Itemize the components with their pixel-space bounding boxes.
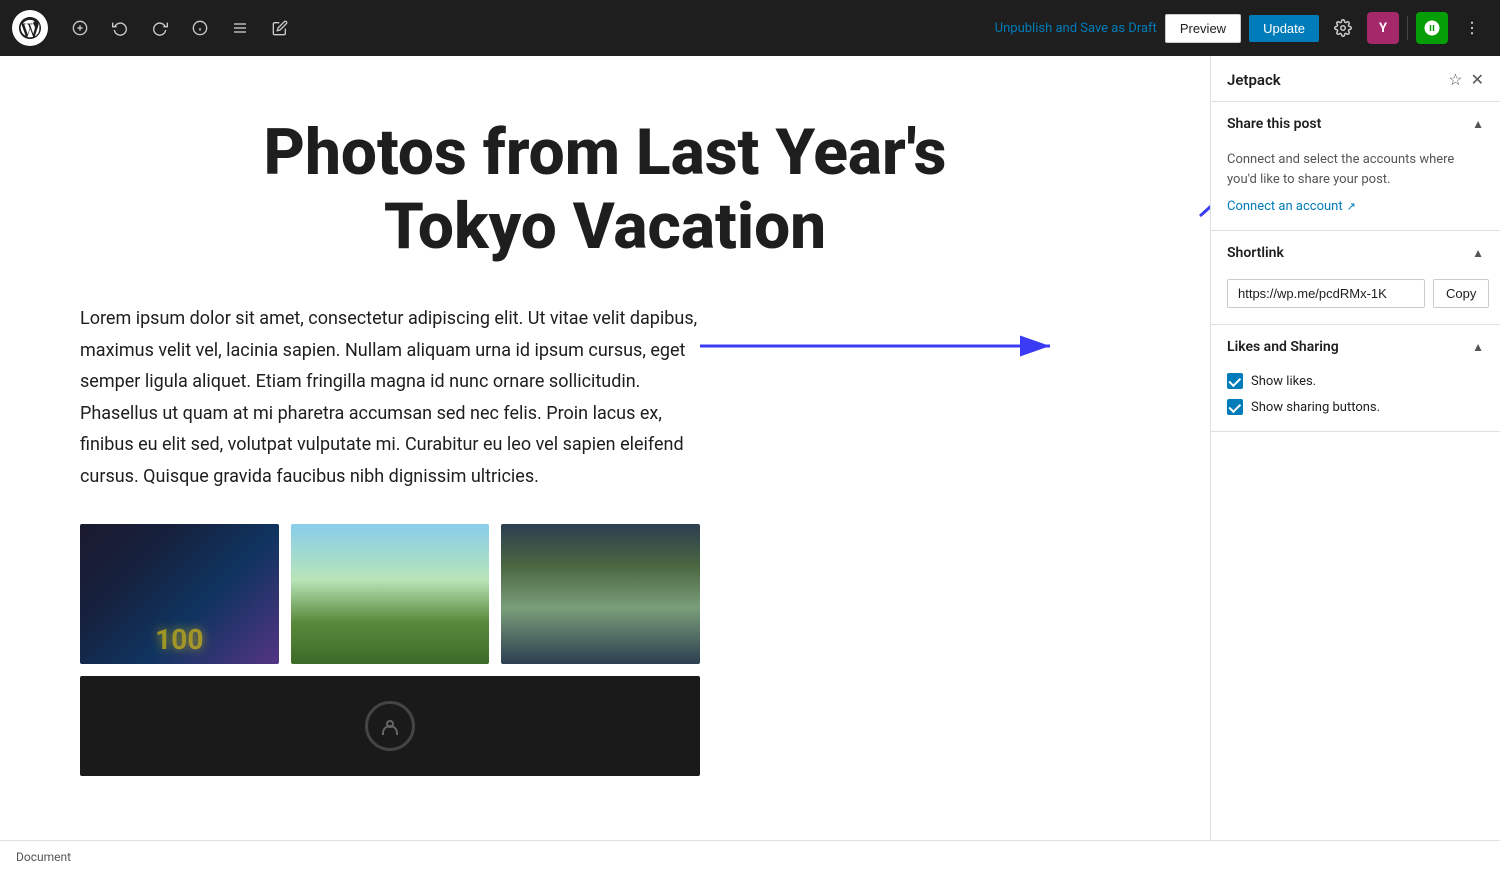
likes-sharing-chevron: ▲ <box>1472 340 1484 354</box>
wordpress-logo[interactable] <box>12 10 48 46</box>
toolbar-right: Unpublish and Save as Draft Preview Upda… <box>995 12 1488 44</box>
status-bar-text: Document <box>16 850 71 864</box>
right-panel: Jetpack ☆ ✕ Share this post ▲ Connect an… <box>1210 56 1500 840</box>
share-post-desc: Connect and select the accounts where yo… <box>1227 150 1484 189</box>
shortlink-row: Copy <box>1227 279 1484 308</box>
toolbar: Unpublish and Save as Draft Preview Upda… <box>0 0 1500 56</box>
main-area: Photos from Last Year's Tokyo Vacation L… <box>0 56 1500 840</box>
jetpack-button[interactable] <box>1416 12 1448 44</box>
show-sharing-row: Show sharing buttons. <box>1227 399 1484 415</box>
star-icon[interactable]: ☆ <box>1448 70 1462 89</box>
more-options-button[interactable] <box>1456 12 1488 44</box>
likes-sharing-header[interactable]: Likes and Sharing ▲ <box>1211 325 1500 369</box>
status-bar: Document <box>0 840 1500 872</box>
list-view-button[interactable] <box>224 12 256 44</box>
editor-area: Photos from Last Year's Tokyo Vacation L… <box>0 56 1210 840</box>
show-sharing-label: Show sharing buttons. <box>1251 400 1380 415</box>
shortlink-header[interactable]: Shortlink ▲ <box>1211 231 1500 275</box>
shortlink-section: Shortlink ▲ Copy <box>1211 231 1500 325</box>
shortlink-body: Copy <box>1211 275 1500 324</box>
show-sharing-checkbox[interactable] <box>1227 399 1243 415</box>
info-button[interactable] <box>184 12 216 44</box>
shortlink-input[interactable] <box>1227 279 1425 308</box>
panel-header-icons: ☆ ✕ <box>1448 70 1484 89</box>
share-post-section: Share this post ▲ Connect and select the… <box>1211 102 1500 231</box>
close-icon[interactable]: ✕ <box>1471 70 1484 89</box>
post-body: Lorem ipsum dolor sit amet, consectetur … <box>80 303 700 492</box>
edit-button[interactable] <box>264 12 296 44</box>
gallery-image-1: 100 <box>80 524 279 664</box>
show-likes-label: Show likes. <box>1251 374 1316 389</box>
post-title: Photos from Last Year's Tokyo Vacation <box>205 116 1005 263</box>
add-block-button[interactable] <box>64 12 96 44</box>
share-post-header[interactable]: Share this post ▲ <box>1211 102 1500 146</box>
connect-account-link[interactable]: Connect an account ↗ <box>1227 199 1484 214</box>
show-likes-row: Show likes. <box>1227 373 1484 389</box>
undo-button[interactable] <box>104 12 136 44</box>
panel-title: Jetpack <box>1227 71 1281 89</box>
yoast-button[interactable]: Y <box>1367 12 1399 44</box>
image-gallery: 100 <box>80 524 700 664</box>
panel-header: Jetpack ☆ ✕ <box>1211 56 1500 102</box>
redo-button[interactable] <box>144 12 176 44</box>
update-button[interactable]: Update <box>1249 15 1319 42</box>
show-likes-checkbox[interactable] <box>1227 373 1243 389</box>
share-post-chevron: ▲ <box>1472 117 1484 131</box>
unpublish-link[interactable]: Unpublish and Save as Draft <box>995 21 1157 36</box>
gallery-image-3 <box>501 524 700 664</box>
gallery-image-bottom <box>80 676 700 776</box>
gallery-image-2 <box>291 524 490 664</box>
shortlink-title: Shortlink <box>1227 245 1284 261</box>
shortlink-chevron: ▲ <box>1472 246 1484 260</box>
likes-sharing-title: Likes and Sharing <box>1227 339 1339 355</box>
share-post-body: Connect and select the accounts where yo… <box>1211 146 1500 230</box>
preview-button[interactable]: Preview <box>1165 14 1241 43</box>
likes-sharing-section: Likes and Sharing ▲ Show likes. Show sha… <box>1211 325 1500 432</box>
settings-button[interactable] <box>1327 12 1359 44</box>
likes-sharing-body: Show likes. Show sharing buttons. <box>1211 369 1500 431</box>
copy-button[interactable]: Copy <box>1433 279 1489 308</box>
share-post-title: Share this post <box>1227 116 1321 132</box>
